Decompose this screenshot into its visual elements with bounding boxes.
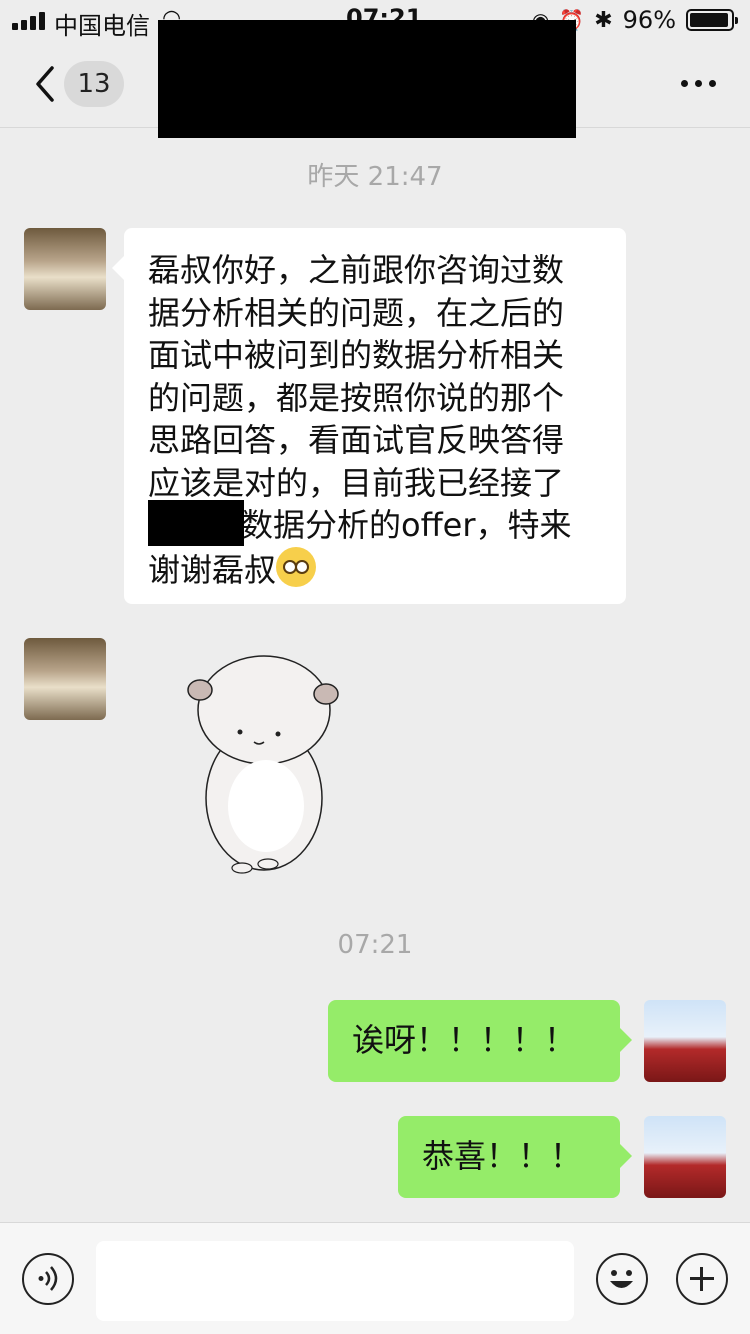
plus-icon[interactable] bbox=[676, 1253, 728, 1305]
redacted-company-name bbox=[148, 500, 244, 546]
my-avatar[interactable] bbox=[644, 1116, 726, 1198]
signal-icon bbox=[12, 12, 45, 30]
input-bar bbox=[0, 1222, 750, 1334]
unread-count-badge[interactable]: 13 bbox=[64, 61, 124, 107]
message-text: 恭喜！！！ bbox=[422, 1137, 583, 1175]
hamster-sticker[interactable] bbox=[184, 648, 344, 874]
carrier-label: 中国电信 bbox=[54, 12, 150, 40]
more-icon[interactable] bbox=[681, 80, 716, 87]
back-icon[interactable] bbox=[30, 62, 62, 106]
battery-percent: 96% bbox=[622, 6, 676, 34]
chat-title-redacted bbox=[158, 20, 576, 138]
message-input[interactable] bbox=[96, 1241, 574, 1321]
bluetooth-icon: ✱ bbox=[594, 7, 613, 33]
outgoing-message-bubble[interactable]: 恭喜！！！ bbox=[398, 1116, 632, 1198]
contact-avatar[interactable] bbox=[24, 228, 106, 310]
my-avatar[interactable] bbox=[644, 1000, 726, 1082]
contact-avatar[interactable] bbox=[24, 638, 106, 720]
outgoing-message-bubble[interactable]: 诶呀！！！！！ bbox=[328, 1000, 632, 1082]
incoming-message-bubble[interactable]: 磊叔你好，之前跟你咨询过数 据分析相关的问题，在之后的 面试中被问到的数据分析相… bbox=[112, 228, 626, 604]
thinking-face-emoji bbox=[276, 546, 317, 587]
chat-header: 13 bbox=[0, 20, 750, 138]
emoji-icon[interactable] bbox=[596, 1253, 648, 1305]
message-text: 诶呀！！！！！ bbox=[352, 1021, 577, 1059]
battery-icon bbox=[686, 9, 738, 31]
voice-icon[interactable] bbox=[22, 1253, 74, 1305]
message-timestamp: 07:21 bbox=[337, 930, 413, 960]
message-timestamp: 昨天 21:47 bbox=[307, 162, 443, 192]
